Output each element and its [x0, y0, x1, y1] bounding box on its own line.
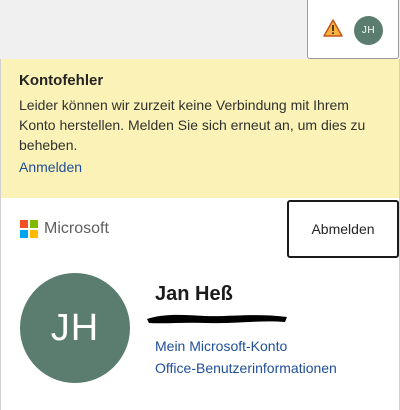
account-manager-button[interactable]: JH	[307, 0, 399, 59]
banner-title: Kontofehler	[19, 72, 104, 89]
microsoft-logo-icon	[20, 220, 38, 238]
avatar: JH	[20, 273, 130, 383]
account-panel: Kontofehler Leider können wir zurzeit ke…	[0, 59, 400, 410]
microsoft-logo: Microsoft	[20, 220, 109, 238]
banner-message: Leider können wir zurzeit keine Verbindu…	[19, 97, 366, 153]
user-name: Jan Heß	[155, 283, 233, 305]
signout-button[interactable]: Abmelden	[287, 200, 399, 258]
brand-name: Microsoft	[44, 220, 109, 237]
warning-triangle-icon	[323, 19, 343, 37]
header-avatar: JH	[354, 16, 383, 45]
office-user-info-link[interactable]: Office-Benutzerinformationen	[155, 360, 337, 376]
my-account-link[interactable]: Mein Microsoft-Konto	[155, 338, 287, 354]
redacted-email	[147, 314, 287, 324]
sign-in-link[interactable]: Anmelden	[19, 159, 82, 175]
top-bar: JH	[0, 0, 400, 59]
account-error-banner: Kontofehler Leider können wir zurzeit ke…	[1, 59, 399, 198]
